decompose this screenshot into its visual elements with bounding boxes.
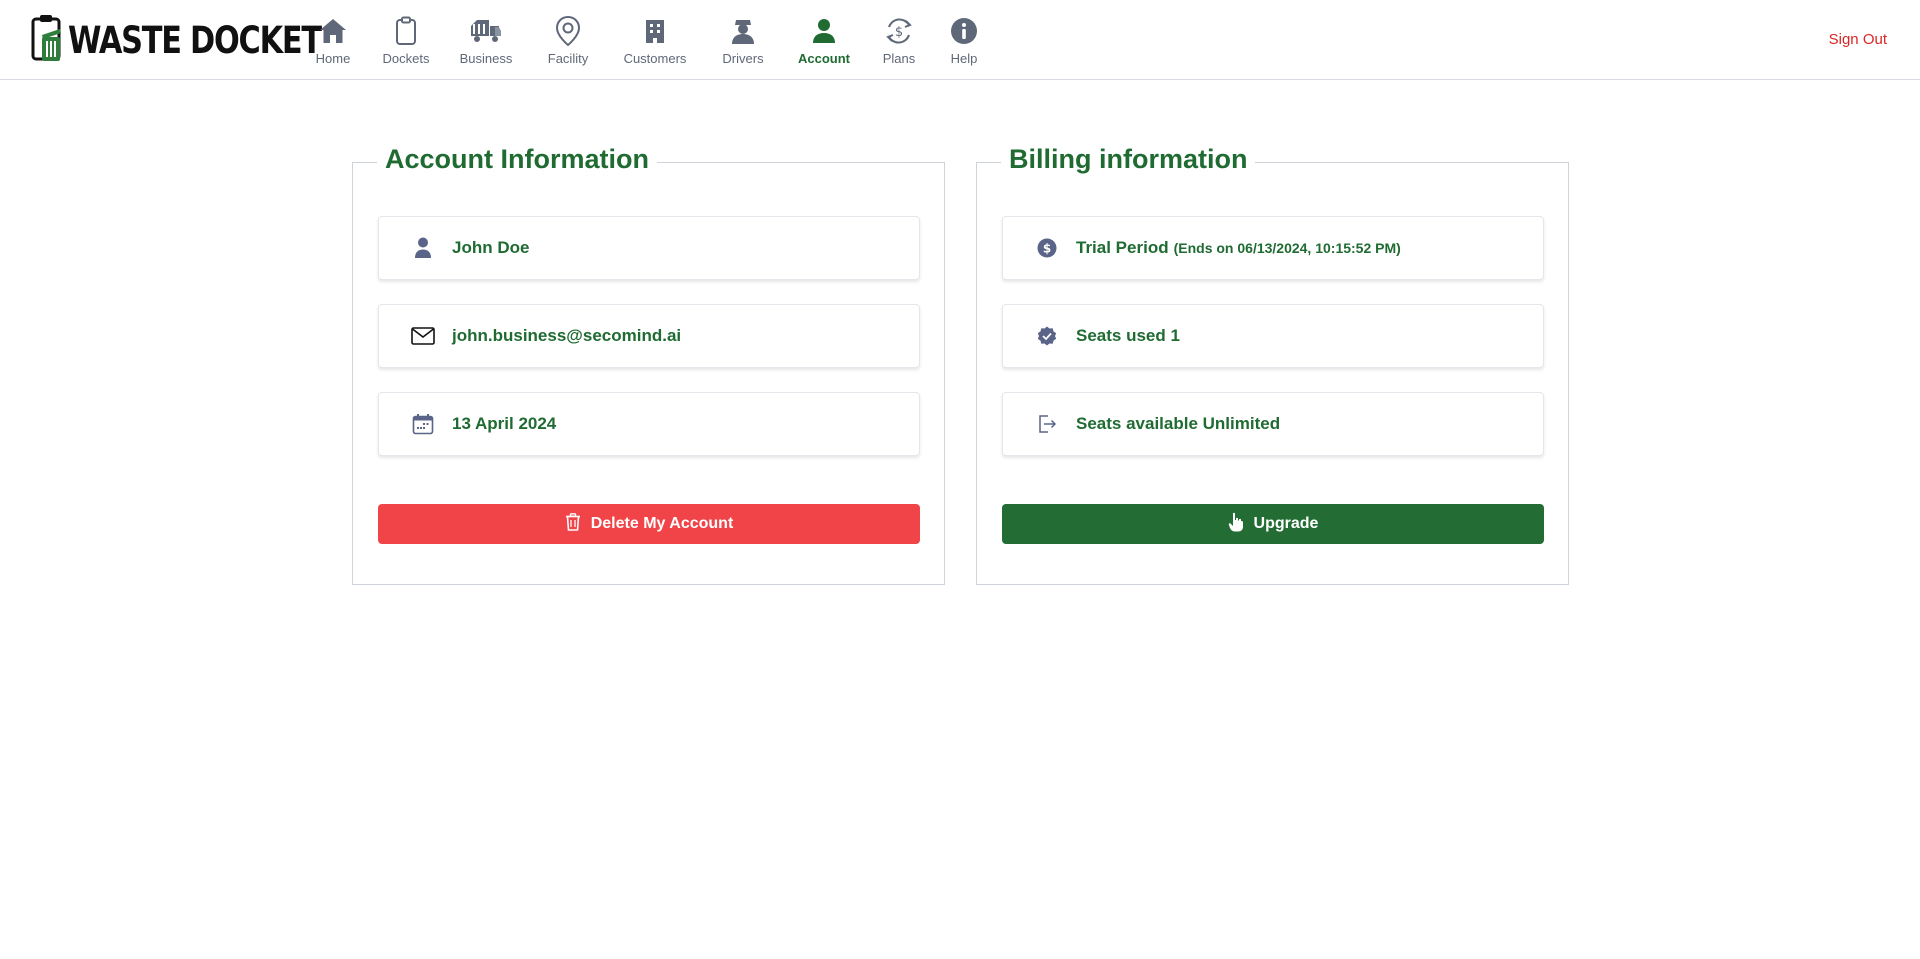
clipboard-icon bbox=[389, 14, 423, 48]
account-email-card: john.business@secomind.ai bbox=[378, 304, 920, 368]
calendar-icon bbox=[411, 412, 435, 436]
billing-plan-card: $ Trial Period (Ends on 06/13/2024, 10:15… bbox=[1002, 216, 1544, 280]
map-pin-icon bbox=[551, 14, 585, 48]
trash-bin-logo-icon bbox=[30, 13, 64, 68]
account-date-card: 13 April 2024 bbox=[378, 392, 920, 456]
svg-text:$: $ bbox=[1043, 242, 1051, 256]
account-name-card: John Doe bbox=[378, 216, 920, 280]
dollar-circle-icon: $ bbox=[1035, 236, 1059, 260]
dollar-cycle-icon: $ bbox=[882, 14, 916, 48]
nav-item-help[interactable]: Help bbox=[934, 14, 994, 66]
building-icon bbox=[638, 14, 672, 48]
main-nav: Home Dockets Business Facility Customers bbox=[298, 14, 994, 66]
truck-icon bbox=[469, 14, 503, 48]
upgrade-button[interactable]: Upgrade bbox=[1002, 504, 1544, 544]
seats-available-card: Seats available Unlimited bbox=[1002, 392, 1544, 456]
nav-item-facility[interactable]: Facility bbox=[528, 14, 608, 66]
nav-item-drivers[interactable]: Drivers bbox=[702, 14, 784, 66]
nav-item-plans[interactable]: $ Plans bbox=[864, 14, 934, 66]
svg-text:$: $ bbox=[895, 25, 903, 40]
seats-used: Seats used 1 bbox=[1076, 326, 1180, 345]
home-icon bbox=[316, 14, 350, 48]
billing-information-title: Billing information bbox=[1001, 144, 1256, 175]
sign-out-link[interactable]: Sign Out bbox=[1829, 31, 1887, 48]
account-information-panel: Account Information John Doe john.busine… bbox=[352, 144, 945, 585]
delete-account-label: Delete My Account bbox=[590, 515, 734, 532]
account-email: john.business@secomind.ai bbox=[452, 326, 682, 345]
hand-pointer-icon bbox=[1228, 512, 1244, 537]
account-created-date: 13 April 2024 bbox=[452, 414, 557, 433]
user-icon bbox=[807, 14, 841, 48]
nav-item-home[interactable]: Home bbox=[298, 14, 368, 66]
seats-used-card: Seats used 1 bbox=[1002, 304, 1544, 368]
billing-information-panel: Billing information $ Trial Period (Ends … bbox=[976, 144, 1569, 585]
logo-text: WASTE DOCKET bbox=[68, 18, 322, 62]
nav-item-dockets[interactable]: Dockets bbox=[368, 14, 444, 66]
billing-plan: Trial Period (Ends on 06/13/2024, 10:15:5… bbox=[1076, 238, 1401, 258]
top-header: WASTE DOCKET Home Dockets Business Facil… bbox=[0, 0, 1920, 80]
badge-check-icon bbox=[1035, 324, 1059, 348]
info-icon bbox=[947, 14, 981, 48]
upgrade-label: Upgrade bbox=[1253, 515, 1319, 532]
envelope-icon bbox=[411, 324, 435, 348]
nav-item-customers[interactable]: Customers bbox=[608, 14, 702, 66]
account-information-title: Account Information bbox=[377, 144, 657, 175]
billing-plan-name: Trial Period bbox=[1076, 238, 1169, 257]
seats-available: Seats available Unlimited bbox=[1076, 414, 1281, 433]
delete-account-button[interactable]: Delete My Account bbox=[378, 504, 920, 544]
account-name: John Doe bbox=[452, 238, 530, 257]
billing-plan-end-date: (Ends on 06/13/2024, 10:15:52 PM) bbox=[1173, 240, 1401, 256]
sign-out-arrow-icon bbox=[1035, 412, 1059, 436]
nav-item-account[interactable]: Account bbox=[784, 14, 864, 66]
nav-item-business[interactable]: Business bbox=[444, 14, 528, 66]
user-icon bbox=[411, 236, 435, 260]
trash-icon bbox=[565, 512, 581, 536]
driver-icon bbox=[726, 14, 760, 48]
